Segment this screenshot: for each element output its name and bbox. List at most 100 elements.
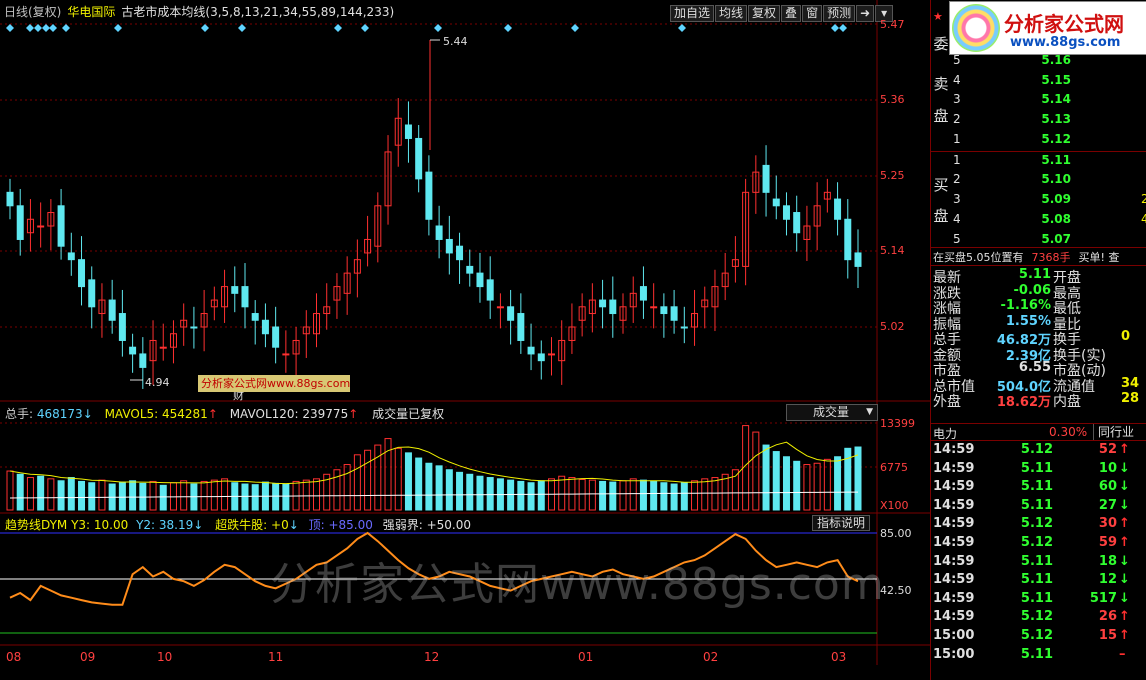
- tick-row: 14:59 5.11 18 ↓: [933, 554, 1146, 572]
- ask-side-label: 盘: [933, 107, 949, 125]
- volume-bar: [476, 475, 484, 511]
- tick-price: 5.11: [1020, 460, 1053, 476]
- volume-bar: [456, 471, 464, 511]
- candle-body: [415, 137, 423, 180]
- big-order-alert[interactable]: 在买盘5.05位置有 7368手 买单! 查: [933, 249, 1146, 265]
- candle-body: [537, 353, 545, 362]
- ask-row[interactable]: 5 5.16: [951, 53, 1146, 72]
- x-axis-label: 11: [268, 650, 284, 664]
- stat-value: 18.62万: [996, 395, 1051, 410]
- bid-volume: 4: [1141, 212, 1146, 226]
- volume-bar: [629, 478, 637, 511]
- ma-button[interactable]: 均线: [715, 5, 748, 22]
- candle-body: [272, 326, 280, 348]
- tick-time: 14:59: [933, 516, 975, 532]
- mavol5-value: MAVOL5: 454281: [104, 407, 208, 421]
- divider: [931, 151, 1146, 152]
- overlay-button[interactable]: 叠: [781, 5, 802, 22]
- volume-indicator-select[interactable]: 成交量 ▼: [786, 404, 878, 421]
- candle-body: [793, 212, 801, 234]
- tick-time: 15:00: [933, 646, 975, 662]
- ask-price: 5.12: [1041, 132, 1071, 146]
- adjust-button[interactable]: 复权: [748, 5, 781, 22]
- bid-price: 5.08: [1041, 212, 1071, 226]
- arrow-down-icon: ↓: [1119, 590, 1130, 606]
- indicator-title: 古老市成本均线(3,5,8,13,21,34,55,89,144,233): [121, 5, 395, 19]
- candle-body: [404, 124, 412, 139]
- tick-time: 14:59: [933, 553, 975, 569]
- indicator-axis-tick: 85.00: [880, 527, 912, 540]
- ask-level: 2: [953, 112, 961, 126]
- volume-bar: [343, 464, 351, 511]
- volume-bar: [660, 482, 668, 511]
- volume-axis-tick: 6775: [880, 461, 908, 474]
- volume-bar: [353, 454, 361, 511]
- sector-name: 电力: [933, 427, 958, 441]
- arrow-up-icon: ↑: [348, 407, 359, 421]
- ask-row[interactable]: 3 5.14: [951, 92, 1146, 111]
- volume-bar: [282, 483, 290, 511]
- tick-time: 14:59: [933, 609, 975, 625]
- stat-value: -0.06: [1013, 282, 1051, 298]
- forecast-button[interactable]: 预测: [823, 5, 856, 22]
- tick-row: 14:59 5.11 12 ↓: [933, 572, 1146, 590]
- bid-row[interactable]: 4 5.08 4: [951, 212, 1146, 231]
- bid-volume: 2: [1141, 192, 1146, 206]
- sector-row[interactable]: 电力 0.30% 同行业: [931, 423, 1146, 441]
- candle-body: [57, 205, 65, 247]
- candle-body: [660, 306, 668, 315]
- star-icon[interactable]: ★: [933, 10, 943, 23]
- candle-body: [139, 353, 147, 368]
- tick-time: 14:59: [933, 479, 975, 495]
- ask-row[interactable]: 4 5.15: [951, 73, 1146, 92]
- indicator-help-button[interactable]: 指标说明: [812, 515, 870, 531]
- arrow-down-icon: ↓: [193, 518, 204, 532]
- indicator-legend: 趋势线DYM Y3: 10.00 Y2: 38.19↓ 超跌牛股: +0↓ 顶:…: [5, 516, 471, 533]
- candle-body: [486, 279, 494, 301]
- ask-level: 3: [953, 92, 961, 106]
- period-label[interactable]: 日线(复权): [4, 5, 61, 19]
- candle-body: [507, 306, 515, 321]
- volume-total: 468173: [36, 407, 83, 421]
- ask-side-label: 卖: [933, 75, 949, 93]
- signal-diamond: [42, 24, 50, 32]
- divider: [931, 265, 1146, 266]
- tick-price: 5.11: [1020, 479, 1053, 495]
- volume-bar: [251, 484, 259, 511]
- volume-legend: 总手: 468173↓ MAVOL5: 454281↑ MAVOL120: 23…: [5, 405, 444, 422]
- ask-price: 5.13: [1041, 112, 1071, 126]
- bid-row[interactable]: 3 5.09 2: [951, 192, 1146, 211]
- volume-bar: [159, 484, 167, 511]
- candle-body: [517, 313, 525, 341]
- arrow-right-icon[interactable]: ➜: [856, 5, 875, 22]
- signal-diamond: [201, 24, 209, 32]
- tick-price: 5.12: [1020, 516, 1053, 532]
- candle-body: [425, 171, 433, 220]
- bid-row[interactable]: 1 5.11: [951, 153, 1146, 172]
- alert-text: 在买盘5.05位置有: [933, 251, 1024, 264]
- ask-row[interactable]: 2 5.13: [951, 112, 1146, 131]
- signal-diamond: [839, 24, 847, 32]
- signal-diamond: [831, 24, 839, 32]
- candle-body: [118, 313, 126, 341]
- signal-diamond: [238, 24, 246, 32]
- tick-row: 15:00 5.12 15 ↑: [933, 628, 1146, 646]
- bid-level: 4: [953, 212, 961, 226]
- volume-bar: [793, 460, 801, 511]
- candle-body: [108, 299, 116, 321]
- x-axis-label: 09: [80, 650, 96, 664]
- volume-bar: [670, 483, 678, 511]
- candle-body: [650, 306, 658, 309]
- same-industry-tab[interactable]: 同行业: [1093, 424, 1134, 440]
- chart-area[interactable]: 日线(复权) 华电国际 古老市成本均线(3,5,8,13,21,34,55,89,1…: [0, 0, 930, 680]
- add-watchlist-button[interactable]: 加自选: [670, 5, 715, 22]
- bid-price: 5.09: [1041, 192, 1071, 206]
- candle-body: [231, 286, 239, 294]
- candle-body: [261, 319, 269, 335]
- window-button[interactable]: 窗: [802, 5, 823, 22]
- tick-volume: 27: [1098, 497, 1117, 513]
- alert-volume: 7368手: [1031, 251, 1071, 264]
- stat-value: 34: [1121, 375, 1140, 391]
- bid-row[interactable]: 2 5.10: [951, 172, 1146, 191]
- ask-row[interactable]: 1 5.12: [951, 132, 1146, 151]
